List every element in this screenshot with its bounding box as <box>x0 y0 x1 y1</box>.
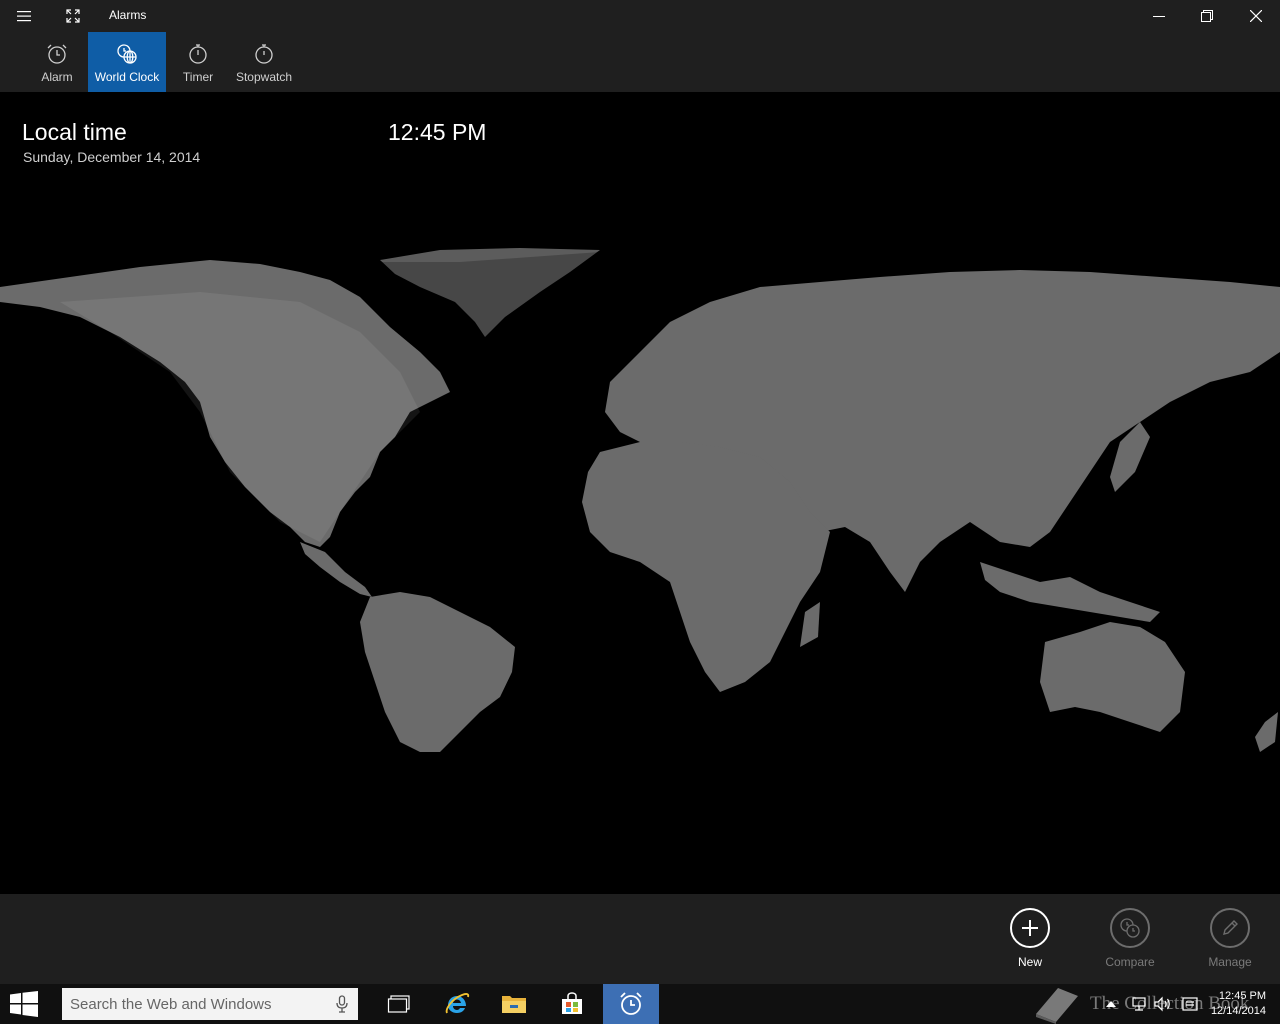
globe-clock-icon <box>117 44 137 64</box>
map-south-america <box>360 592 515 752</box>
task-view-button[interactable] <box>371 984 427 1024</box>
fullscreen-button[interactable] <box>50 0 96 32</box>
tab-stopwatch-label: Stopwatch <box>235 70 293 84</box>
timer-icon <box>189 44 207 64</box>
new-button[interactable]: New <box>990 908 1070 969</box>
windows-logo-icon <box>10 991 38 1017</box>
network-button[interactable] <box>1128 984 1150 1024</box>
tab-bar: Alarm World Clock Timer Stopwatch <box>0 32 1280 92</box>
file-explorer-button[interactable] <box>486 984 542 1024</box>
store-button[interactable] <box>544 984 600 1024</box>
new-circle <box>1010 908 1050 948</box>
window-title: Alarms <box>109 8 147 22</box>
pencil-icon <box>1223 920 1238 935</box>
bottom-app-bar: New Compare Manage <box>0 894 1280 984</box>
new-label: New <box>1017 955 1042 969</box>
task-view-icon <box>387 995 410 1013</box>
tab-world-clock[interactable]: World Clock <box>88 32 166 92</box>
world-map[interactable] <box>0 242 1280 752</box>
alarms-app-button[interactable] <box>603 984 659 1024</box>
close-button[interactable] <box>1233 0 1279 32</box>
minimize-icon <box>1153 16 1165 17</box>
start-button[interactable] <box>0 984 48 1024</box>
taskbar-clock[interactable]: 12:45 PM 12/14/2014 <box>1211 989 1266 1019</box>
action-center-button[interactable] <box>1180 984 1200 1024</box>
tab-world-clock-label: World Clock <box>94 70 160 84</box>
clock-time: 12:45 PM <box>1218 990 1266 1002</box>
fullscreen-icon <box>66 9 80 23</box>
store-icon <box>562 992 582 1014</box>
search-input[interactable] <box>70 995 325 1013</box>
chevron-up-icon <box>1106 1001 1116 1007</box>
alarms-app-icon <box>620 992 642 1015</box>
tab-timer[interactable]: Timer <box>170 32 226 92</box>
show-hidden-icons-button[interactable] <box>1102 984 1120 1024</box>
minimize-button[interactable] <box>1136 0 1182 32</box>
stopwatch-icon <box>255 44 273 64</box>
map-central-america <box>300 542 372 597</box>
internet-explorer-icon <box>445 993 470 1014</box>
title-bar: Alarms <box>0 0 1280 32</box>
hamburger-menu-button[interactable] <box>1 0 47 32</box>
map-southeast-asia-islands <box>980 562 1160 622</box>
tab-alarm[interactable]: Alarm <box>26 32 88 92</box>
plus-icon <box>1022 920 1038 936</box>
tab-alarm-label: Alarm <box>41 70 73 84</box>
tab-stopwatch[interactable]: Stopwatch <box>230 32 298 92</box>
taskbar: The Collection Book 12:45 PM 12/14/2014 <box>0 984 1280 1024</box>
volume-button[interactable] <box>1152 984 1174 1024</box>
alarm-clock-icon <box>47 44 67 64</box>
manage-label: Manage <box>1208 955 1252 969</box>
file-explorer-icon <box>502 996 526 1013</box>
hamburger-icon <box>17 11 31 22</box>
local-time-value: 12:45 PM <box>388 119 487 145</box>
microphone-icon[interactable] <box>336 995 348 1013</box>
compare-button[interactable]: Compare <box>1090 908 1170 969</box>
network-icon <box>1132 997 1146 1011</box>
local-date: Sunday, December 14, 2014 <box>23 149 201 165</box>
tab-timer-label: Timer <box>182 70 214 84</box>
close-icon <box>1250 10 1262 22</box>
search-box[interactable] <box>62 988 358 1020</box>
manage-button[interactable]: Manage <box>1190 908 1270 969</box>
volume-icon <box>1154 996 1170 1012</box>
world-clock-view: Local time Sunday, December 14, 2014 12:… <box>0 92 1280 894</box>
local-time-label[interactable]: Local time <box>22 119 127 146</box>
map-australia <box>1040 622 1185 732</box>
book-icon <box>1036 988 1078 1024</box>
map-madagascar <box>800 602 820 647</box>
compare-label: Compare <box>1105 955 1155 969</box>
internet-explorer-button[interactable] <box>429 984 485 1024</box>
map-new-zealand <box>1255 712 1278 752</box>
clock-date: 12/14/2014 <box>1210 1005 1266 1017</box>
restore-icon <box>1201 10 1213 22</box>
manage-circle <box>1210 908 1250 948</box>
notification-icon <box>1182 997 1198 1011</box>
compare-circle <box>1110 908 1150 948</box>
restore-button[interactable] <box>1184 0 1230 32</box>
compare-clocks-icon <box>1120 918 1140 938</box>
